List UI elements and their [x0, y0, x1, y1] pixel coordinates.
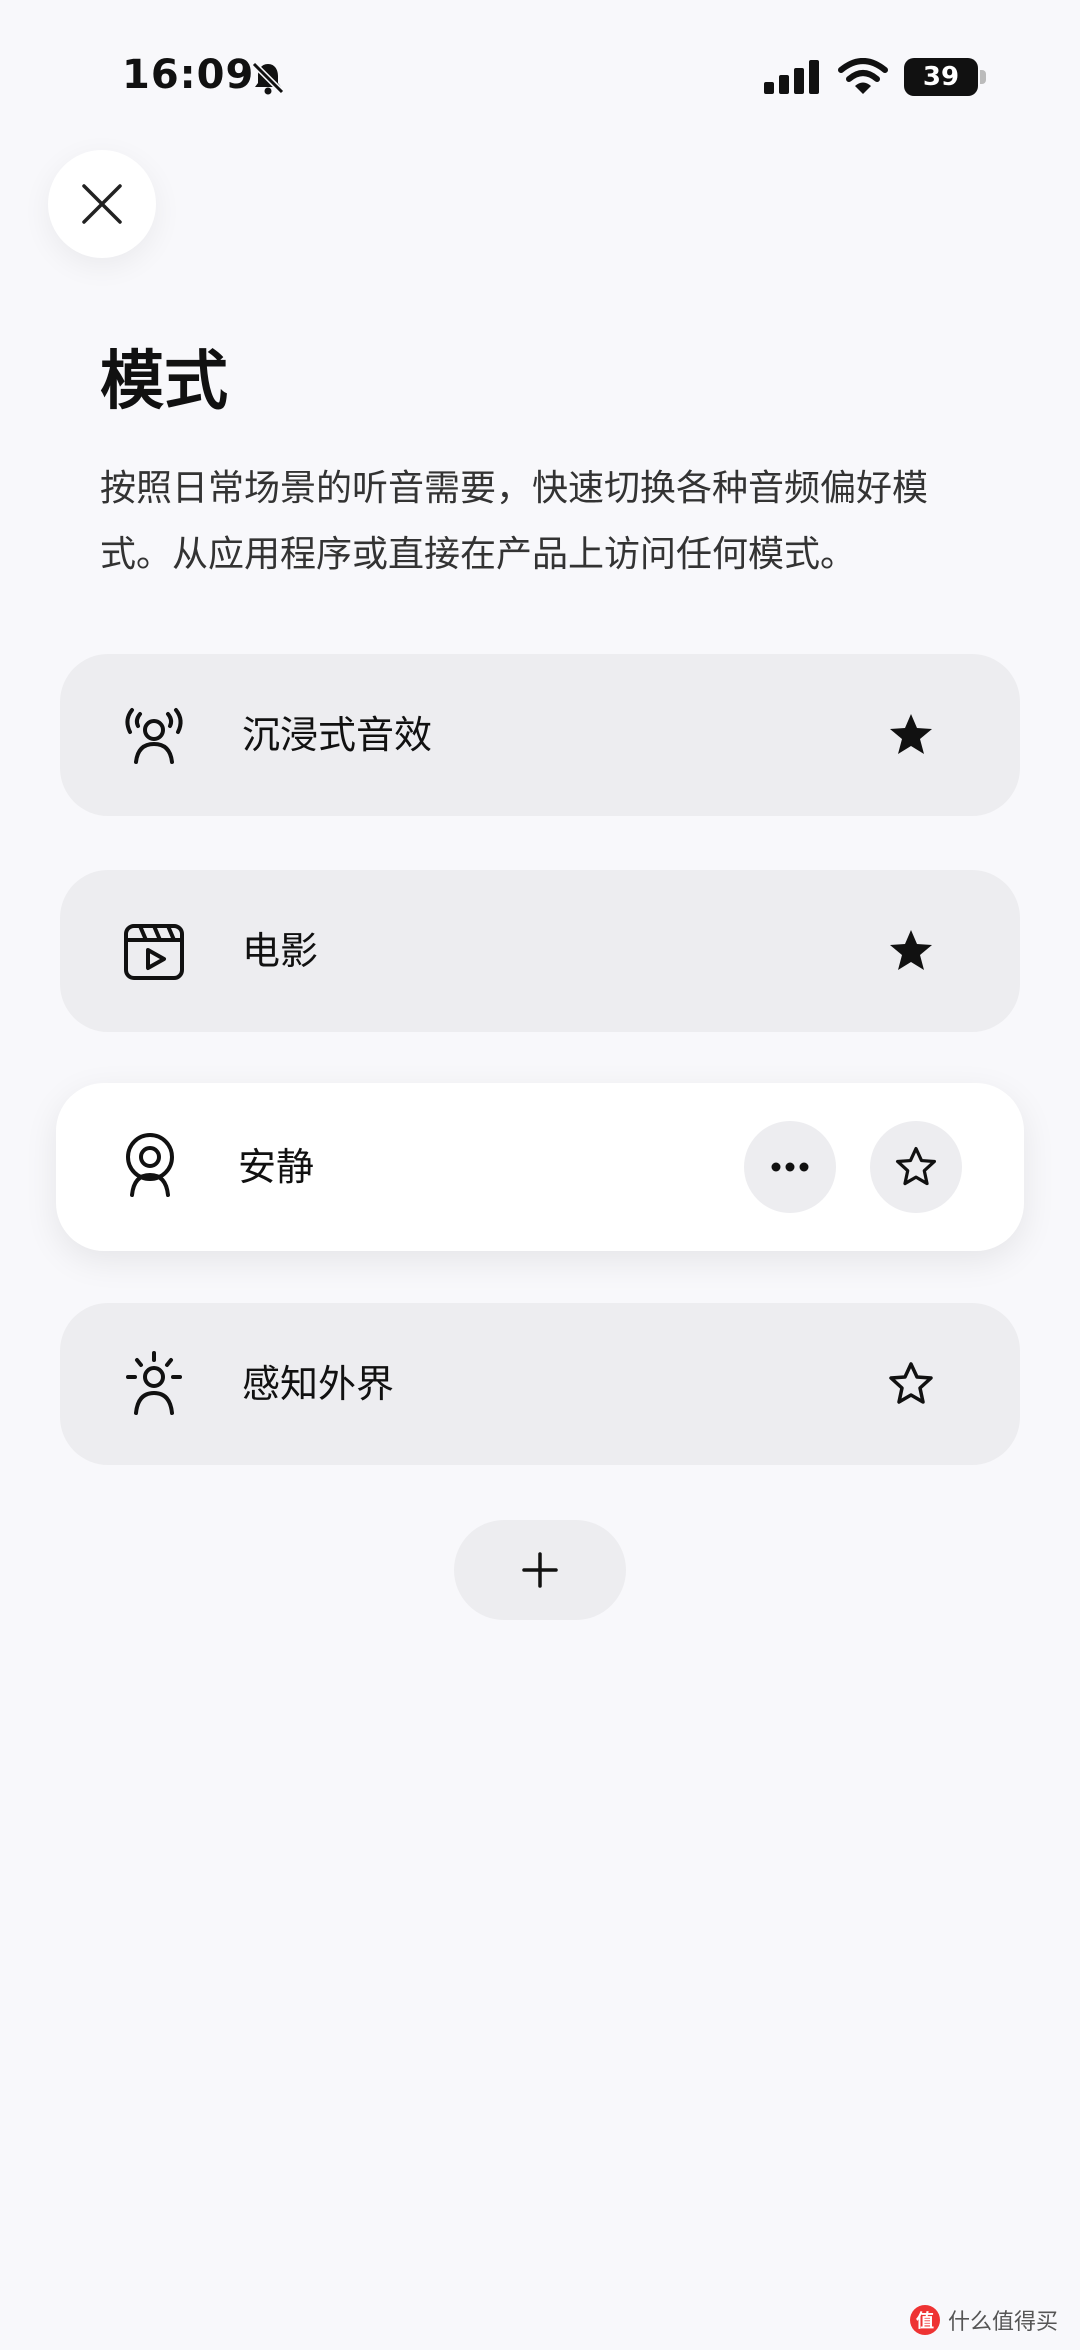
status-time: 16:09 [122, 52, 255, 98]
bell-slash-icon [251, 61, 285, 95]
star-outline-icon [895, 1146, 937, 1186]
signal-icon [764, 60, 819, 94]
close-icon [82, 184, 122, 224]
more-horizontal-icon [771, 1162, 809, 1172]
star-outline-icon[interactable] [886, 1359, 936, 1409]
mode-label-movie: 电影 [242, 929, 319, 973]
plus-icon [522, 1552, 558, 1588]
page-description: 按照日常场景的听音需要，快速切换各种音频偏好模式。从应用程序或直接在产品上访问任… [100, 468, 929, 575]
battery-icon: 39 [904, 58, 978, 96]
more-options-button[interactable] [744, 1121, 836, 1213]
watermark-text: 什么值得买 [947, 2310, 1058, 2335]
immersive-audio-icon [125, 708, 183, 764]
page-title: 模式 [100, 345, 228, 419]
mode-label-immersive: 沉浸式音效 [242, 713, 433, 757]
mode-card-immersive[interactable]: 沉浸式音效 [60, 654, 1020, 816]
mode-label-aware: 感知外界 [242, 1362, 395, 1406]
mode-label-quiet: 安静 [238, 1145, 315, 1189]
star-filled-icon[interactable] [886, 710, 936, 760]
star-filled-icon[interactable] [886, 926, 936, 976]
wifi-icon [838, 58, 888, 94]
status-bar: 16:09 39 [0, 0, 1080, 160]
close-button[interactable] [48, 150, 156, 258]
movie-clapper-icon [124, 924, 184, 980]
watermark: 值 什么值得买 [909, 2304, 1058, 2336]
aware-mode-icon [126, 1351, 182, 1415]
battery-tip [980, 70, 986, 84]
quiet-mode-icon [126, 1133, 174, 1197]
favorite-button[interactable] [870, 1121, 962, 1213]
add-mode-button[interactable] [454, 1520, 626, 1620]
mode-card-quiet[interactable]: 安静 [56, 1083, 1024, 1251]
mode-card-aware[interactable]: 感知外界 [60, 1303, 1020, 1465]
mode-card-movie[interactable]: 电影 [60, 870, 1020, 1032]
watermark-logo: 值 [909, 2305, 940, 2335]
